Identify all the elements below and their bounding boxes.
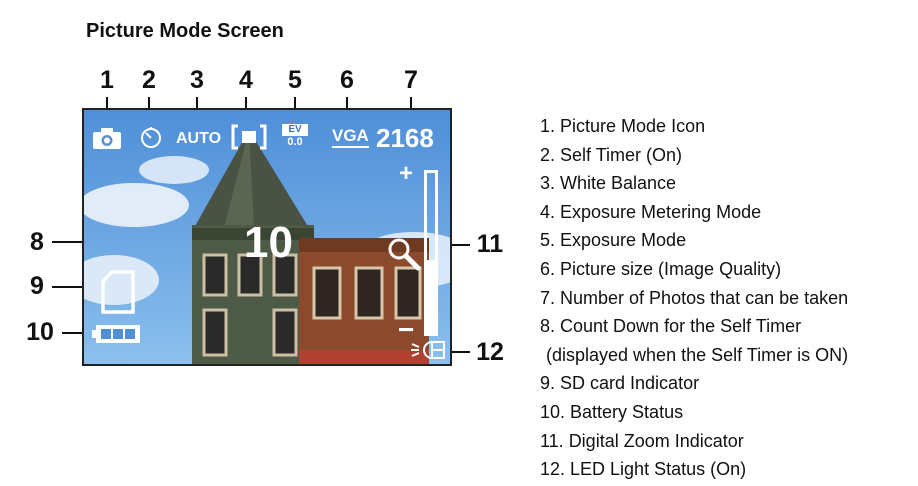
callout-2: 2	[142, 66, 156, 94]
exposure-mode-indicator: EV 0.0	[282, 124, 308, 149]
white-balance-label: AUTO	[176, 130, 222, 147]
callout-4: 4	[239, 66, 253, 94]
callout-3: 3	[190, 66, 204, 94]
legend-item: 9. SD card Indicator	[540, 373, 700, 394]
callout-12: 12	[476, 338, 504, 366]
legend-item: 4. Exposure Metering Mode	[540, 201, 762, 222]
legend-item: 2. Self Timer (On)	[540, 144, 683, 165]
legend-item: 6. Picture size (Image Quality)	[540, 258, 782, 279]
photos-remaining: 2168	[376, 123, 434, 153]
legend-item: 3. White Balance	[540, 173, 677, 194]
legend-item: 12. LED Light Status (On)	[540, 459, 747, 480]
ev-value: 0.0	[287, 136, 303, 148]
ev-label: EV	[282, 124, 308, 136]
callout-1: 1	[100, 66, 114, 94]
legend-item: 8. Count Down for the Self Timer	[540, 316, 802, 337]
page-title: Picture Mode Screen	[86, 20, 284, 42]
legend-item-continuation: (displayed when the Self Timer is ON)	[546, 344, 849, 365]
callout-10: 10	[26, 318, 54, 346]
zoom-level-fill	[427, 260, 435, 333]
magnifier-icon	[388, 238, 421, 271]
callout-11: 11	[476, 230, 504, 258]
legend-item: 1. Picture Mode Icon	[540, 116, 706, 136]
callout-9: 9	[30, 272, 44, 300]
zoom-plus-label: +	[399, 160, 414, 187]
battery-icon	[92, 325, 140, 343]
picture-size-label: VGA	[332, 126, 369, 148]
callout-5: 5	[288, 66, 302, 94]
camera-icon	[93, 128, 121, 149]
legend-item: 5. Exposure Mode	[540, 230, 687, 251]
led-light-icon	[411, 340, 445, 360]
self-timer-countdown: 10	[244, 218, 293, 267]
zoom-bar	[424, 170, 438, 336]
legend-item: 10. Battery Status	[540, 401, 684, 422]
legend-item: 7. Number of Photos that can be taken	[540, 287, 849, 308]
self-timer-icon	[141, 127, 161, 148]
metering-icon	[231, 124, 267, 150]
callout-8: 8	[30, 228, 44, 256]
camera-screen: AUTO EV 0.0 VGA 2168 10 + −	[82, 108, 452, 366]
sd-card-icon	[101, 270, 135, 314]
callout-7: 7	[404, 66, 418, 94]
legend-item: 11. Digital Zoom Indicator	[540, 430, 744, 451]
callout-6: 6	[340, 66, 354, 94]
legend-list: 1. Picture Mode Icon 2. Self Timer (On) …	[540, 112, 848, 484]
